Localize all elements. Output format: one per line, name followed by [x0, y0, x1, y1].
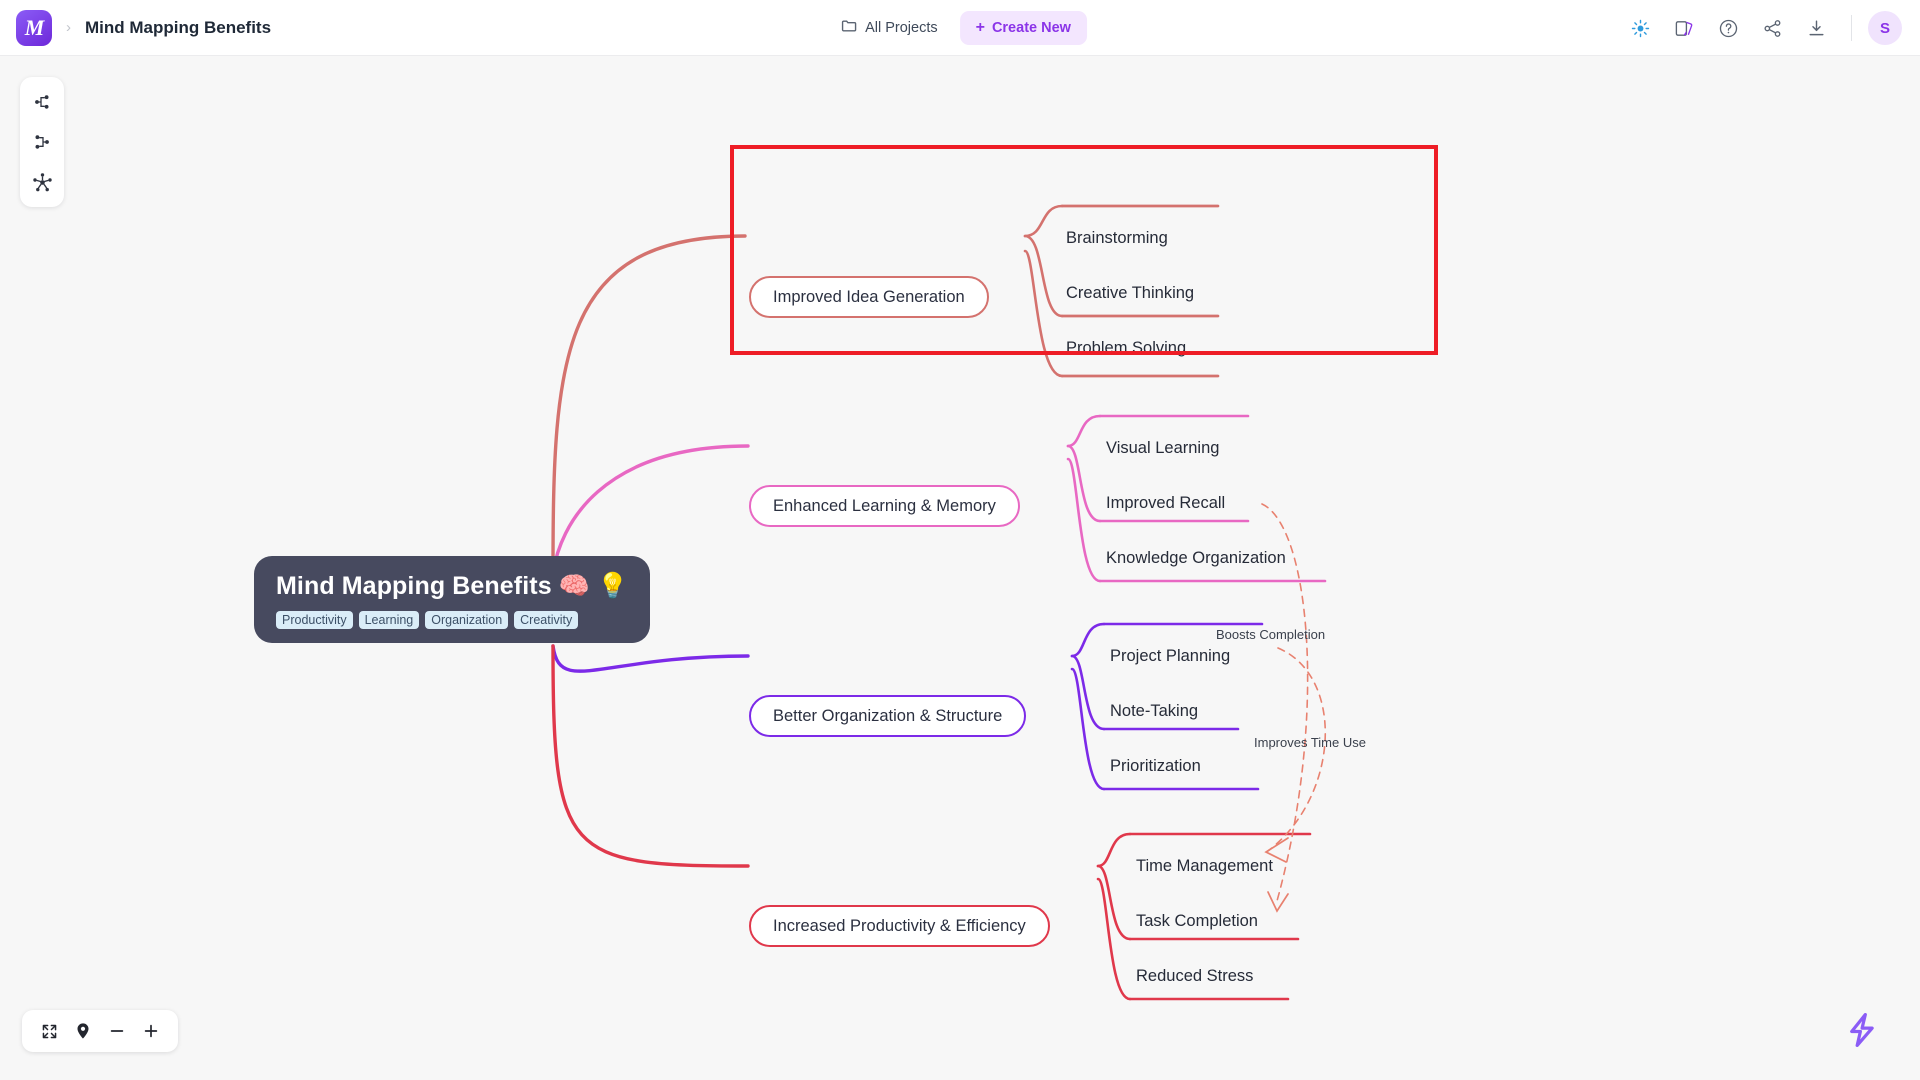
leaf-node-problem-solving[interactable]: Problem Solving	[1066, 339, 1186, 358]
zoom-out-button[interactable]	[102, 1016, 132, 1046]
create-new-button[interactable]: + Create New	[959, 11, 1087, 45]
create-new-label: Create New	[991, 20, 1071, 36]
tag-organization[interactable]: Organization	[425, 611, 509, 629]
layout-toolbar	[20, 77, 64, 207]
leaf-node-visual-learning[interactable]: Visual Learning	[1106, 439, 1219, 458]
branch-node-better-organization-structure[interactable]: Better Organization & Structure	[749, 695, 1027, 737]
theme-palette-icon[interactable]	[1665, 9, 1703, 47]
leaf-node-time-management[interactable]: Time Management	[1136, 857, 1273, 876]
share-icon[interactable]	[1753, 9, 1791, 47]
branch-node-label: Enhanced Learning & Memory	[773, 496, 996, 515]
fit-to-screen-button[interactable]	[34, 1016, 64, 1046]
branch-node-increased-productivity-efficiency[interactable]: Increased Productivity & Efficiency	[749, 905, 1050, 947]
header-right-group: S	[1621, 0, 1902, 56]
download-icon[interactable]	[1797, 9, 1835, 47]
plus-icon: +	[975, 19, 985, 36]
branch-node-label: Better Organization & Structure	[773, 706, 1003, 725]
cross-link-label-improves-time-use[interactable]: Improves Time Use	[1254, 735, 1366, 750]
leaf-node-knowledge-organization[interactable]: Knowledge Organization	[1106, 549, 1286, 568]
root-node-tags: Productivity Learning Organization Creat…	[276, 611, 628, 629]
avatar[interactable]: S	[1868, 11, 1902, 45]
root-node-title: Mind Mapping Benefits 🧠 💡	[276, 572, 629, 600]
connector-branch-4	[551, 644, 750, 868]
leaf-node-creative-thinking[interactable]: Creative Thinking	[1066, 284, 1194, 303]
leaf-node-brainstorming[interactable]: Brainstorming	[1066, 229, 1168, 248]
header-center-group: All Projects + Create New	[833, 0, 1087, 56]
lightning-bolt-icon[interactable]	[1840, 1009, 1882, 1056]
app-logo[interactable]: M	[16, 9, 52, 46]
layout-right-tree-icon[interactable]	[26, 86, 58, 118]
layout-radial-icon[interactable]	[26, 166, 58, 198]
connector-branch-3	[551, 644, 750, 673]
leaf-node-project-planning[interactable]: Project Planning	[1110, 647, 1230, 666]
tag-learning[interactable]: Learning	[358, 611, 420, 629]
branch-node-label: Increased Productivity & Efficiency	[773, 916, 1026, 935]
document-title[interactable]: Mind Mapping Benefits	[85, 18, 271, 38]
root-node[interactable]: Mind Mapping Benefits 🧠 💡 Productivity L…	[254, 556, 651, 643]
mindmap-canvas[interactable]: Mind Mapping Benefits 🧠 💡 Productivity L…	[0, 56, 1920, 1080]
app-logo-glyph: M	[24, 14, 45, 40]
branch-node-label: Improved Idea Generation	[773, 287, 965, 306]
leaf-node-prioritization[interactable]: Prioritization	[1110, 757, 1201, 776]
cross-link-label-boosts-completion[interactable]: Boosts Completion	[1216, 627, 1325, 642]
ai-sparkle-icon[interactable]	[1621, 9, 1659, 47]
leaf-node-improved-recall[interactable]: Improved Recall	[1106, 494, 1225, 513]
leaf-node-reduced-stress[interactable]: Reduced Stress	[1136, 967, 1253, 986]
connector-branch-2	[551, 444, 750, 575]
layout-left-tree-icon[interactable]	[26, 126, 58, 158]
breadcrumb-separator: ›	[66, 19, 71, 36]
branch-node-enhanced-learning-memory[interactable]: Enhanced Learning & Memory	[749, 485, 1020, 527]
connector-branch-1	[551, 234, 747, 575]
all-projects-label: All Projects	[865, 20, 938, 36]
branch-node-improved-idea-generation[interactable]: Improved Idea Generation	[749, 276, 989, 318]
folder-icon	[841, 18, 857, 38]
header-divider	[1851, 15, 1852, 41]
avatar-initial: S	[1879, 19, 1890, 37]
leaf-node-note-taking[interactable]: Note-Taking	[1110, 702, 1198, 721]
all-projects-button[interactable]: All Projects	[833, 12, 946, 44]
zoom-toolbar	[22, 1010, 178, 1052]
tag-creativity[interactable]: Creativity	[514, 611, 579, 629]
header-left-group: M › Mind Mapping Benefits	[0, 9, 271, 46]
tag-productivity[interactable]: Productivity	[276, 611, 353, 629]
zoom-in-button[interactable]	[136, 1016, 166, 1046]
help-circle-icon[interactable]	[1709, 9, 1747, 47]
app-header: M › Mind Mapping Benefits All Projects +…	[0, 0, 1920, 56]
center-map-button[interactable]	[68, 1016, 98, 1046]
leaf-node-task-completion[interactable]: Task Completion	[1136, 912, 1258, 931]
